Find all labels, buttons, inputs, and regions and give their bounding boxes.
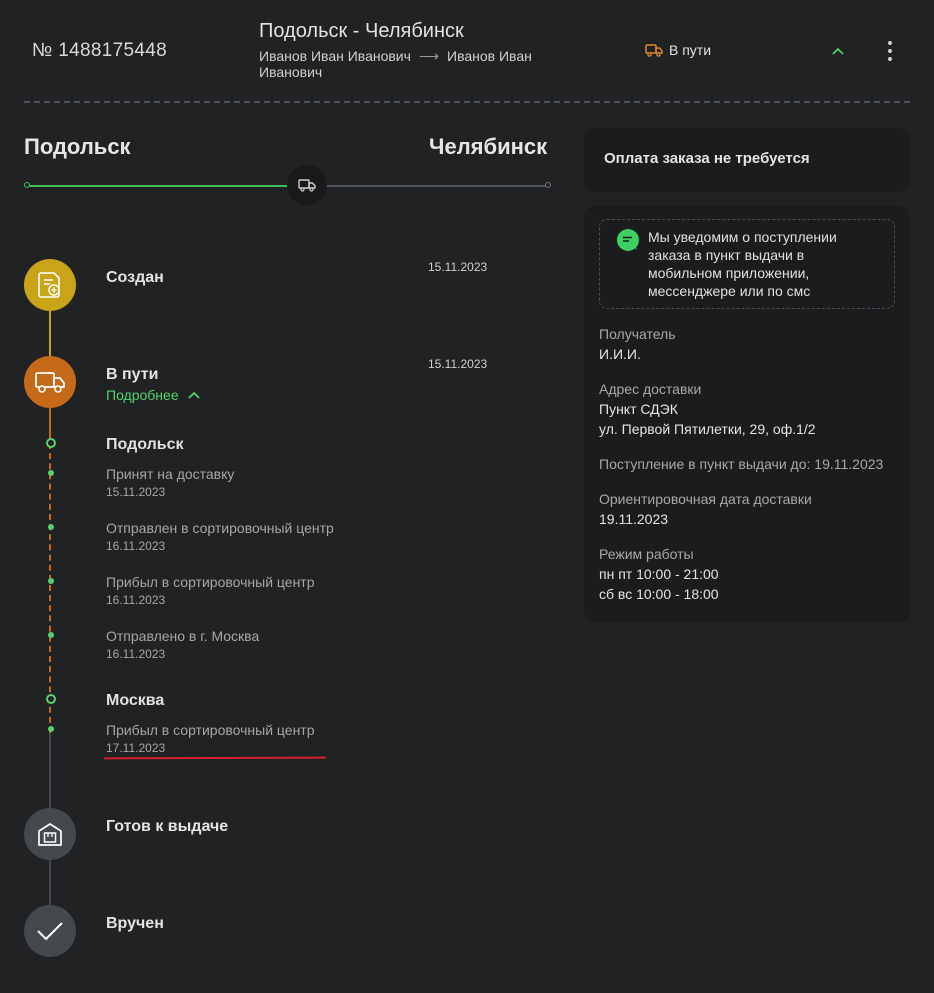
recipient-value: И.И.И. [599,346,641,362]
event-date: 15.11.2023 [106,485,166,499]
origin-city: Подольск [24,134,131,159]
route-progress-done [27,185,289,187]
more-options-button[interactable] [880,40,900,62]
route-title: Подольск - Челябинск [259,20,464,42]
chevron-up-icon [832,47,844,55]
truck-icon [298,179,316,192]
step-ready-title: Готов к выдаче [106,818,229,835]
route-progress-remaining [325,185,547,187]
destination-city: Челябинск [429,134,548,159]
event-marker [48,524,54,530]
collapse-button[interactable] [828,41,848,61]
truck-icon [35,372,65,393]
chevron-up-icon [187,391,200,399]
step-transit-circle [24,356,76,408]
step-transit-date: 15.11.2023 [428,357,488,371]
payment-status-text: Оплата заказа не требуется [604,150,810,167]
event-date: 17.11.2023 [106,741,166,755]
city-marker [46,694,56,704]
step-ready-circle [24,808,76,860]
event-city-title: Подольск [106,436,184,453]
event-date: 16.11.2023 [106,539,166,553]
arrow-right-icon: ⟶ [418,48,439,64]
event-date: 16.11.2023 [106,593,166,607]
event-text: Отправлен в сортировочный центр [106,520,334,536]
timeline-segment-events [49,443,51,733]
more-vertical-icon [888,41,892,61]
document-add-icon [38,272,60,298]
details-toggle[interactable]: Подробнее [106,387,201,403]
order-number: № 1488175448 [32,40,167,61]
event-marker [48,632,54,638]
eta-label: Ориентировочная дата доставки [599,491,812,507]
status-badge: В пути [645,42,711,58]
status-text: В пути [669,42,712,58]
address-line-2: ул. Первой Пятилетки, 29, оф.1/2 [599,421,816,437]
truck-icon [645,44,663,57]
chat-icon [617,229,639,251]
event-date: 16.11.2023 [106,647,166,661]
highlight-underline [103,756,327,760]
checkmark-icon [37,922,63,941]
event-marker [48,578,54,584]
route-progress-marker [287,165,327,205]
event-marker [48,470,54,476]
city-marker [46,438,56,448]
event-text: Отправлено в г. Москва [106,628,260,644]
timeline-segment-final [49,859,51,906]
route-end-dot [545,182,551,188]
details-toggle-label: Подробнее [106,387,179,403]
event-text: Принят на доставку [106,466,235,482]
timeline-segment-pending [49,733,51,809]
sender-name: Иванов Иван Иванович [259,48,411,64]
hours-label: Режим работы [599,546,694,562]
step-delivered-title: Вручен [106,915,164,932]
route-start-dot [24,182,30,188]
event-city-title: Москва [106,692,165,709]
payment-card: Оплата заказа не требуется [584,128,910,192]
event-text: Прибыл в сортировочный центр [106,574,315,590]
step-created-title: Создан [106,269,164,286]
recipient-label: Получатель [599,326,676,342]
step-transit-title: В пути [106,366,159,383]
arrival-deadline: Поступление в пункт выдачи до: 19.11.202… [599,456,884,472]
route-people: Иванов Иван Иванович ⟶ Иванов Иван Иванови… [259,48,559,80]
step-created-date: 15.11.2023 [428,260,488,274]
address-label: Адрес доставки [599,381,702,397]
event-marker [48,726,54,732]
step-delivered-circle [24,905,76,957]
address-line-1: Пункт СДЭК [599,401,678,417]
pickup-point-icon [38,823,62,846]
step-created-circle [24,259,76,311]
header-divider [24,101,910,103]
timeline-segment-created [49,310,51,357]
hours-weekdays: пн пт 10:00 - 21:00 [599,566,719,582]
eta-value: 19.11.2023 [599,511,669,527]
hours-weekend: сб вс 10:00 - 18:00 [599,586,719,602]
notice-text: Мы уведомим о поступлении заказа в пункт… [648,229,837,299]
event-text: Прибыл в сортировочный центр [106,722,315,738]
